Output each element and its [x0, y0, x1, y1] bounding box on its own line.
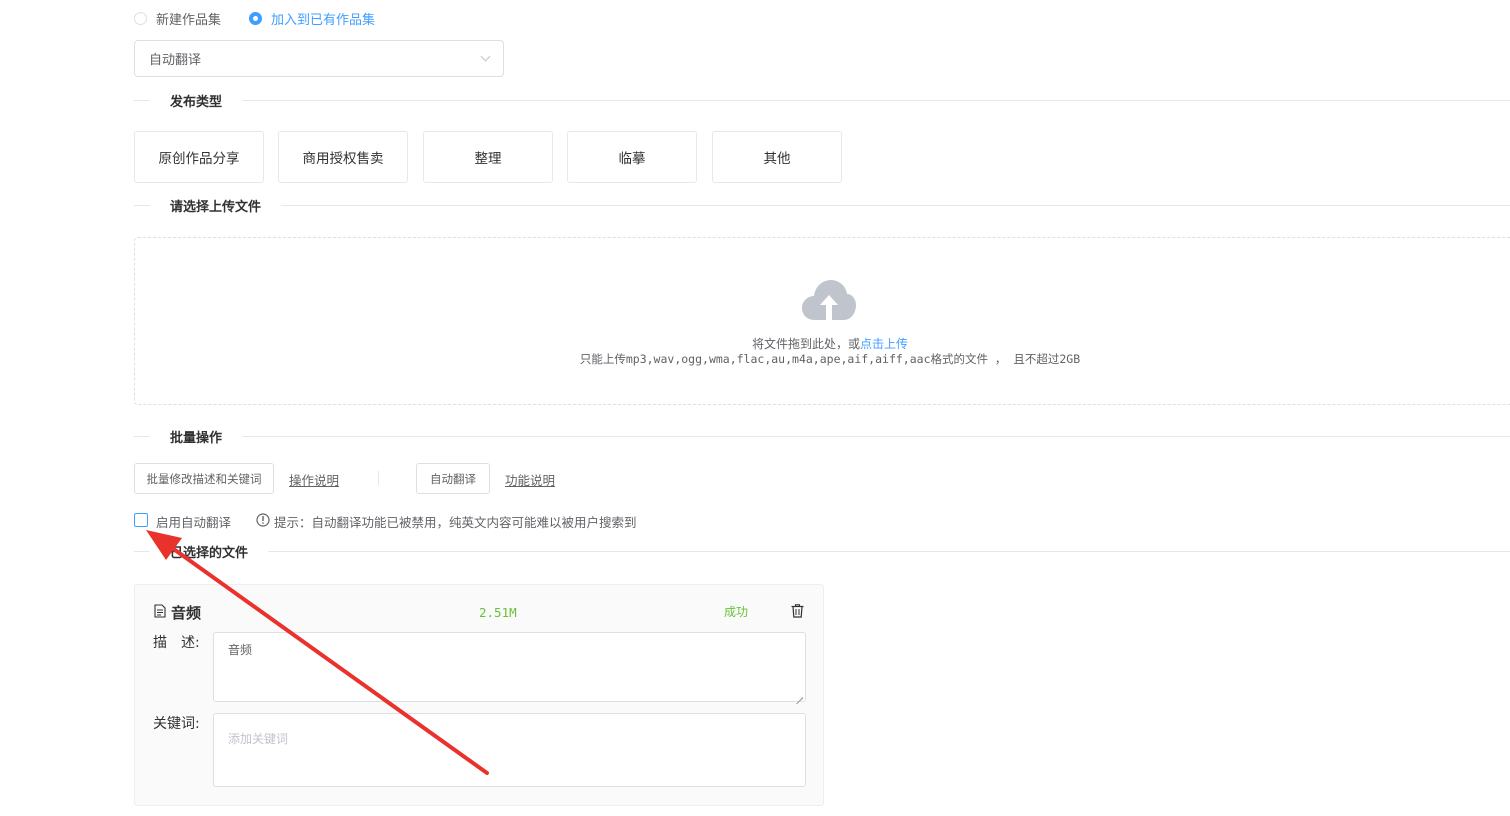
- batch-title: 批量操作: [150, 427, 243, 446]
- radio-existing-collection-label: 加入到已有作品集: [271, 13, 376, 28]
- selected-files-title: 已选择的文件: [150, 542, 269, 561]
- upload-drag-label: 将文件拖到此处，或: [751, 337, 860, 351]
- click-upload-link[interactable]: 点击上传: [860, 337, 908, 351]
- description-textarea[interactable]: 音频: [213, 632, 806, 702]
- radio-new-collection[interactable]: 新建作品集: [134, 9, 221, 28]
- keywords-label: 关键词:: [153, 716, 200, 732]
- file-name: 音频: [171, 604, 202, 622]
- collection-select-value: 自动翻译: [149, 53, 202, 68]
- cloud-upload-icon: [802, 280, 856, 320]
- trash-icon[interactable]: [791, 604, 804, 618]
- batch-edit-help-link[interactable]: 操作说明: [289, 470, 339, 489]
- upload-hint: 只能上传mp3,wav,ogg,wma,flac,au,m4a,ape,aif,…: [579, 352, 1081, 366]
- upload-title: 请选择上传文件: [150, 196, 282, 215]
- batch-divider: [134, 436, 1510, 437]
- radio-dot: [134, 12, 147, 25]
- radio-dot: [249, 12, 262, 25]
- description-label: 描 述:: [153, 635, 200, 651]
- file-status: 成功: [724, 605, 749, 619]
- description-value: 音频: [228, 643, 253, 657]
- upload-drag-text: 将文件拖到此处，或点击上传: [135, 335, 1510, 352]
- batch-edit-button[interactable]: 批量修改描述和关键词: [134, 463, 274, 494]
- release-type-title: 发布类型: [150, 91, 243, 110]
- auto-translate-help-link[interactable]: 功能说明: [505, 470, 555, 489]
- radio-existing-collection[interactable]: 加入到已有作品集: [249, 9, 375, 28]
- release-type-original[interactable]: 原创作品分享: [134, 131, 264, 183]
- release-type-other[interactable]: 其他: [712, 131, 842, 183]
- release-type-commercial[interactable]: 商用授权售卖: [278, 131, 408, 183]
- selected-files-divider: [134, 551, 1510, 552]
- batch-separator: [378, 471, 379, 485]
- file-card: 音频 2.51M 成功 描 述: 音频 关键词: 添加关键词: [134, 584, 824, 806]
- upload-dropzone[interactable]: 将文件拖到此处，或点击上传 只能上传mp3,wav,ogg,wma,flac,a…: [134, 237, 1510, 405]
- info-icon: [256, 513, 270, 527]
- radio-new-collection-label: 新建作品集: [156, 13, 222, 28]
- release-type-arrange[interactable]: 整理: [423, 131, 553, 183]
- collection-select[interactable]: 自动翻译: [134, 40, 504, 77]
- document-icon: [154, 604, 166, 618]
- resize-handle[interactable]: [795, 691, 803, 699]
- file-size: 2.51M: [479, 605, 517, 620]
- release-type-copy[interactable]: 临摹: [567, 131, 697, 183]
- keywords-input[interactable]: 添加关键词: [213, 713, 806, 787]
- auto-translate-tip: 提示：自动翻译功能已被禁用，纯英文内容可能难以被用户搜索到: [274, 515, 637, 530]
- chevron-down-icon: [480, 51, 491, 62]
- enable-auto-translate-checkbox[interactable]: [134, 513, 148, 527]
- keywords-placeholder: 添加关键词: [228, 732, 289, 746]
- upload-divider: [134, 205, 1510, 206]
- release-type-divider: [134, 100, 1510, 101]
- enable-auto-translate-label: 启用自动翻译: [156, 515, 232, 530]
- auto-translate-button[interactable]: 自动翻译: [416, 463, 490, 494]
